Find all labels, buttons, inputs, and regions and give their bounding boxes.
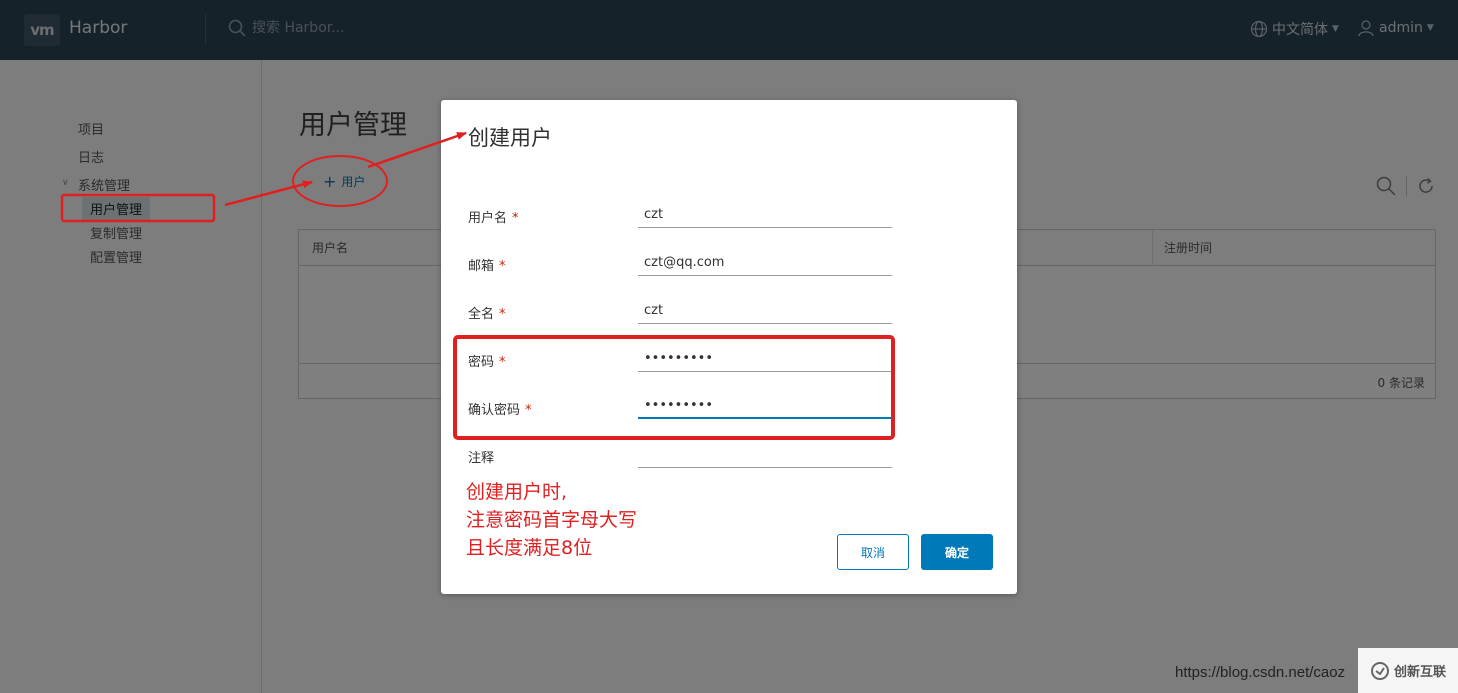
watermark-badge: 创新互联 bbox=[1358, 648, 1458, 693]
confirm-button[interactable]: 确定 bbox=[921, 534, 993, 570]
password-field[interactable] bbox=[638, 346, 892, 372]
annotation-note: 创建用户时, 注意密码首字母大写 且长度满足8位 bbox=[466, 478, 637, 562]
confirm-password-label: 确认密码 * bbox=[468, 403, 532, 418]
watermark-url: https://blog.csdn.net/caoz bbox=[1175, 664, 1346, 681]
username-label: 用户名 * bbox=[468, 211, 519, 226]
cancel-button[interactable]: 取消 bbox=[837, 534, 909, 570]
comment-label: 注释 bbox=[468, 451, 495, 466]
username-field[interactable] bbox=[638, 202, 892, 228]
email-field[interactable] bbox=[638, 250, 892, 276]
create-user-modal: 创建用户 用户名* 邮箱* 全名* 密码* 确认密码* 注释 创建用户时, 注意… bbox=[441, 100, 1017, 594]
annotation-line: 创建用户时, bbox=[466, 481, 568, 503]
comment-field[interactable] bbox=[638, 442, 892, 468]
modal-title: 创建用户 bbox=[468, 126, 552, 150]
watermark-brand: 创新互联 bbox=[1393, 665, 1446, 680]
fullname-label: 全名 * bbox=[468, 307, 506, 322]
password-label: 密码 * bbox=[468, 355, 506, 370]
annotation-line: 且长度满足8位 bbox=[466, 537, 593, 559]
brand-logo-icon bbox=[1370, 661, 1389, 680]
confirm-password-field[interactable] bbox=[638, 393, 892, 419]
annotation-line: 注意密码首字母大写 bbox=[466, 509, 638, 531]
fullname-field[interactable] bbox=[638, 298, 892, 324]
email-label: 邮箱 * bbox=[468, 259, 506, 274]
